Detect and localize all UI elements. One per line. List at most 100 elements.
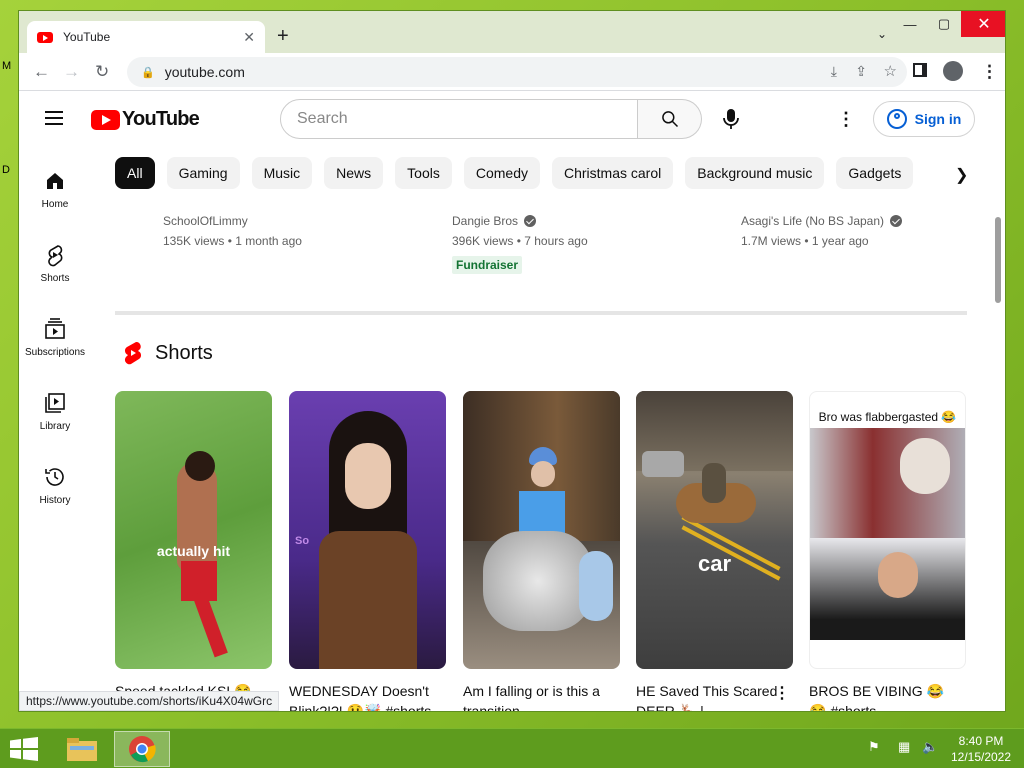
chip-tools[interactable]: Tools [395, 157, 452, 189]
new-tab-button[interactable]: + [277, 25, 289, 48]
short-thumbnail[interactable]: actually hit [115, 391, 272, 669]
short-thumbnail[interactable]: So [289, 391, 446, 669]
short-card[interactable]: car HE Saved This Scared DEER 🦌 | ⋮ [636, 391, 793, 712]
chip-christmas-carol[interactable]: Christmas carol [552, 157, 674, 189]
short-title: WEDNESDAY Doesn't Blink?!?! 😲🤯 #shorts [289, 683, 432, 712]
share-icon[interactable]: ⇪ [855, 63, 867, 80]
desktop-icon-fragment[interactable]: M [2, 60, 11, 72]
browser-menu-icon[interactable]: ⋮ [981, 62, 998, 82]
youtube-logo[interactable]: YouTube [91, 108, 200, 131]
shorts-section-header: Shorts [123, 341, 213, 365]
bookmark-star-icon[interactable]: ☆ [884, 62, 897, 80]
channel-name[interactable]: Asagi's Life (No BS Japan) [741, 214, 903, 228]
settings-menu-icon[interactable]: ⋮ [837, 109, 855, 130]
chip-news[interactable]: News [324, 157, 384, 189]
tab-strip: YouTube ✕ + ⌄ — ▢ ✕ [19, 11, 1005, 53]
shorts-section-title: Shorts [155, 341, 213, 364]
video-meta: Dangie Bros 396K views • 7 hours ago Fun… [452, 214, 588, 274]
sidebar-item-history[interactable]: History [19, 465, 91, 506]
sidebar-item-home[interactable]: Home [19, 169, 91, 210]
maximize-button[interactable]: ▢ [927, 11, 961, 37]
sidebar-item-library[interactable]: Library [19, 391, 91, 432]
search-icon [661, 111, 678, 128]
account-circle-icon [886, 109, 907, 129]
sign-in-button[interactable]: Sign in [873, 101, 975, 137]
tab-search-chevron-icon[interactable]: ⌄ [877, 27, 887, 41]
lock-icon[interactable]: 🔒 [141, 66, 155, 79]
short-card[interactable]: Bro was flabbergasted 😂 BROS BE VIBING 😂… [809, 391, 966, 711]
chip-music[interactable]: Music [251, 157, 313, 189]
network-icon[interactable]: ▦ [898, 739, 910, 755]
short-thumbnail[interactable] [463, 391, 620, 669]
subscriptions-icon [45, 318, 65, 339]
minimize-button[interactable]: — [893, 11, 927, 37]
channel-name-text: SchoolOfLimmy [163, 214, 248, 228]
address-url: youtube.com [164, 64, 245, 80]
windows-start-icon[interactable] [10, 737, 38, 761]
network-warning-icon[interactable]: ⚑ [868, 739, 880, 755]
shorts-logo-icon [124, 341, 142, 365]
volume-icon[interactable]: 🔈 [922, 739, 938, 755]
page-scrollbar[interactable] [995, 217, 1001, 303]
address-bar[interactable]: 🔒 youtube.com ⤓ ⇪ ☆ [127, 57, 907, 87]
search-input[interactable]: Search [280, 99, 638, 139]
chip-all[interactable]: All [115, 157, 155, 189]
tab-title: YouTube [63, 30, 111, 44]
chip-background-music[interactable]: Background music [685, 157, 825, 189]
video-stats: 135K views • 1 month ago [163, 234, 302, 248]
shorts-icon [48, 245, 63, 267]
sign-in-label: Sign in [914, 111, 962, 127]
youtube-header: YouTube Search ⋮ Sign in [19, 91, 1005, 147]
sidebar-item-label: Shorts [40, 273, 70, 284]
chrome-taskbar-button[interactable] [114, 731, 170, 767]
fundraiser-badge: Fundraiser [452, 256, 523, 274]
side-panel-icon[interactable] [913, 63, 927, 77]
taskbar-clock[interactable]: 8:40 PM 12/15/2022 [946, 733, 1016, 765]
chrome-icon [129, 736, 156, 763]
sidebar-item-subscriptions[interactable]: Subscriptions [19, 317, 91, 358]
hamburger-menu-icon[interactable] [45, 111, 63, 125]
clock-date: 12/15/2022 [950, 750, 1012, 764]
install-app-icon[interactable]: ⤓ [831, 63, 837, 80]
chip-gadgets[interactable]: Gadgets [836, 157, 914, 189]
short-caption: car [697, 551, 732, 576]
forward-arrow-icon[interactable]: → [63, 62, 80, 82]
library-icon [45, 393, 65, 413]
tab-close-icon[interactable]: ✕ [243, 29, 255, 46]
youtube-play-logo-icon [91, 109, 120, 130]
reload-icon[interactable]: ↻ [95, 62, 109, 82]
logo-text: YouTube [122, 108, 200, 130]
chip-gaming[interactable]: Gaming [166, 157, 240, 189]
microphone-icon [723, 109, 739, 129]
home-icon [47, 173, 63, 189]
section-divider [115, 311, 967, 315]
folder-icon [67, 738, 97, 761]
close-window-button[interactable]: ✕ [961, 11, 1005, 37]
short-card[interactable]: So WEDNESDAY Doesn't Blink?!?! 😲🤯 #short… [289, 391, 446, 712]
chip-comedy[interactable]: Comedy [463, 157, 540, 189]
desktop-icon-fragment[interactable]: D [2, 164, 10, 176]
short-card[interactable]: Am I falling or is this a transition [463, 391, 620, 711]
sidebar-item-label: History [39, 495, 71, 506]
back-arrow-icon[interactable]: ← [33, 62, 50, 82]
file-explorer-taskbar-button[interactable] [54, 731, 110, 767]
short-thumbnail[interactable]: Bro was flabbergasted 😂 [809, 391, 966, 669]
short-more-options-icon[interactable]: ⋮ [774, 683, 790, 703]
short-caption: actually hit [156, 543, 231, 559]
channel-name[interactable]: SchoolOfLimmy [163, 214, 302, 228]
sidebar-item-shorts[interactable]: Shorts [19, 243, 91, 284]
short-title: HE Saved This Scared DEER 🦌 | [636, 683, 778, 712]
search-button[interactable] [638, 99, 702, 139]
channel-name[interactable]: Dangie Bros [452, 214, 588, 228]
browser-tab[interactable]: YouTube ✕ [27, 21, 265, 53]
chip-next-chevron-icon[interactable]: ❯ [955, 165, 968, 185]
taskbar: ⚑ ▦ 🔈 8:40 PM 12/15/2022 [0, 728, 1024, 768]
short-card[interactable]: actually hit Speed tackled KSI 😂 [115, 391, 272, 701]
voice-search-button[interactable] [711, 99, 751, 139]
short-thumbnail[interactable]: car [636, 391, 793, 669]
search-placeholder: Search [297, 110, 348, 127]
video-stats: 396K views • 7 hours ago [452, 234, 588, 248]
clock-time: 8:40 PM [958, 734, 1004, 748]
video-meta: Asagi's Life (No BS Japan) 1.7M views • … [741, 214, 903, 248]
profile-avatar-icon[interactable] [943, 61, 963, 81]
